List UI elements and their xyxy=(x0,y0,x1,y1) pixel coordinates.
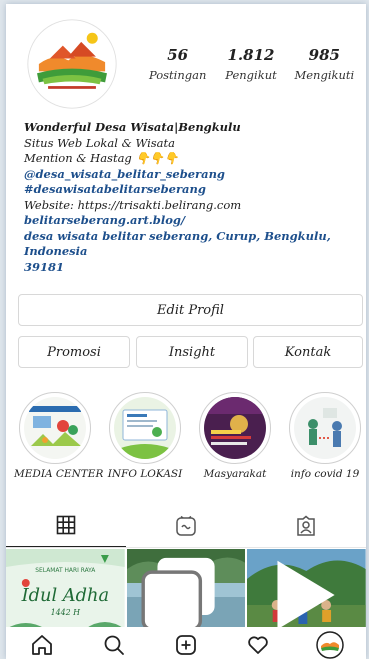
profile-tabs xyxy=(6,504,366,548)
highlight-masyarakat-label: Masyarakat xyxy=(203,468,267,480)
highlight-info-lokasi-cover xyxy=(109,392,181,464)
highlight-masyarakat-cover xyxy=(199,392,271,464)
bio-blog-link[interactable]: belitarseberang.art.blog/ xyxy=(24,213,364,229)
profile-screen: 56 Postingan 1.812 Pengikut 985 Mengikut… xyxy=(6,4,366,659)
search-icon xyxy=(104,635,124,655)
stat-following[interactable]: 985 Mengikuti xyxy=(288,46,361,82)
highlight-info-covid-label: info covid 19 xyxy=(290,468,360,480)
info-covid-thumbnail-icon xyxy=(294,397,356,459)
desa-wisata-logo-icon xyxy=(27,19,117,109)
post-idul-adha-text: Idul Adha xyxy=(21,585,110,606)
tab-reels[interactable] xyxy=(126,504,246,547)
stat-following-label: Mengikuti xyxy=(294,68,355,82)
profile-avatar[interactable] xyxy=(24,16,120,112)
nav-new-post[interactable] xyxy=(166,630,206,659)
tagged-icon xyxy=(297,515,315,536)
tab-tagged[interactable] xyxy=(246,504,366,547)
highlight-info-covid-cover xyxy=(289,392,361,464)
grid-icon xyxy=(56,515,76,535)
multiple-photos-icon xyxy=(141,557,215,629)
highlight-media-center-cover xyxy=(19,392,91,464)
new-post-icon xyxy=(176,635,196,655)
stat-posts-count: 56 xyxy=(167,46,189,64)
nav-activity[interactable] xyxy=(238,630,278,659)
bio-hashtag-link[interactable]: #desawisatabelitarseberang xyxy=(24,182,364,198)
home-icon xyxy=(32,635,52,655)
stat-following-count: 985 xyxy=(308,46,340,64)
profile-category: Situs Web Lokal & Wisata xyxy=(24,135,175,150)
bio-address-zip[interactable]: 39181 xyxy=(24,260,364,276)
bio-mention-link[interactable]: @desa_wisata_belitar_seberang xyxy=(24,167,364,183)
edit-profile-button[interactable]: Edit Profil xyxy=(18,294,363,326)
post-greeting-text: SELAMAT HARI RAYA xyxy=(35,567,96,574)
highlight-info-covid[interactable]: info covid 19 xyxy=(284,392,366,480)
bio-mention-line: Mention & Hastag 👇👇👇 xyxy=(24,151,364,167)
stat-followers[interactable]: 1.812 Pengikut xyxy=(214,46,287,82)
profile-avatar-icon xyxy=(316,631,344,659)
nav-home[interactable] xyxy=(22,630,62,659)
highlight-media-center[interactable]: MEDIA CENTER xyxy=(14,392,104,480)
highlight-info-lokasi[interactable]: INFO LOKASI xyxy=(104,392,186,480)
posts-grid: SELAMAT HARI RAYA Idul Adha 1442 H xyxy=(6,549,366,629)
stat-followers-label: Pengikut xyxy=(225,68,277,82)
idul-adha-post-image: SELAMAT HARI RAYA Idul Adha 1442 H xyxy=(6,549,125,629)
info-lokasi-thumbnail-icon xyxy=(114,397,176,459)
media-center-thumbnail-icon xyxy=(24,397,86,459)
highlight-media-center-label: MEDIA CENTER xyxy=(14,468,104,480)
highlight-info-lokasi-label: INFO LOKASI xyxy=(107,468,183,480)
kontak-button[interactable]: Kontak xyxy=(253,336,363,368)
insight-button[interactable]: Insight xyxy=(136,336,248,368)
profile-name: Wonderful Desa Wisata|Bengkulu xyxy=(24,120,241,134)
stat-followers-count: 1.812 xyxy=(227,46,275,64)
post-hijri-year-text: 1442 H xyxy=(51,608,82,617)
promosi-button[interactable]: Promosi xyxy=(18,336,130,368)
post-thumbnail-idul-adha[interactable]: SELAMAT HARI RAYA Idul Adha 1442 H xyxy=(6,549,125,629)
heart-icon xyxy=(248,636,268,654)
tab-grid[interactable] xyxy=(6,504,126,547)
bio-address-link[interactable]: desa wisata belitar seberang, Curup, Ben… xyxy=(24,229,364,260)
reels-icon xyxy=(176,515,196,536)
bottom-navigation xyxy=(6,627,366,659)
pointing-down-emoji-icon: 👇👇👇 xyxy=(135,151,179,165)
nav-profile[interactable] xyxy=(310,630,350,659)
profile-bio: Wonderful Desa Wisata|Bengkulu Situs Web… xyxy=(24,120,364,275)
post-thumbnail-fishing-river[interactable] xyxy=(126,549,246,629)
bio-website-line: Website: https://trisakti.belirang.com xyxy=(24,197,242,212)
stat-posts[interactable]: 56 Postingan xyxy=(141,46,214,82)
story-highlights: MEDIA CENTER INFO LOKASI Masyarakat info… xyxy=(14,392,366,480)
nav-search[interactable] xyxy=(94,630,134,659)
highlight-masyarakat[interactable]: Masyarakat xyxy=(194,392,276,480)
profile-stats: 56 Postingan 1.812 Pengikut 985 Mengikut… xyxy=(141,46,361,82)
post-thumbnail-group-outdoor[interactable] xyxy=(247,549,366,629)
video-play-icon xyxy=(277,560,335,629)
stat-posts-label: Postingan xyxy=(148,68,207,82)
bio-mention-text: Mention & Hastag xyxy=(24,151,132,165)
masyarakat-thumbnail-icon xyxy=(204,397,266,459)
